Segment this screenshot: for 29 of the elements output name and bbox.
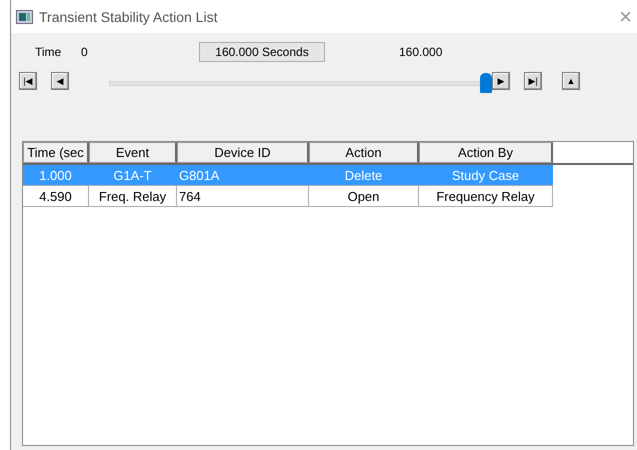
current-time-display: 160.000 Seconds	[199, 42, 325, 62]
slider-thumb[interactable]	[480, 73, 492, 93]
last-button[interactable]: ▶|	[524, 72, 542, 90]
time-slider[interactable]	[109, 71, 492, 91]
table-cell: Freq. Relay	[89, 186, 177, 206]
end-time: 160.000	[399, 45, 444, 59]
next-button[interactable]: ▶	[492, 72, 510, 90]
column-header[interactable]: Action	[309, 142, 419, 163]
window-title: Transient Stability Action List	[39, 8, 218, 24]
table-cell: Frequency Relay	[419, 186, 553, 206]
table-cell: G801A	[177, 165, 309, 185]
up-button[interactable]: ▲	[562, 72, 580, 90]
table-cell: G1A-T	[89, 165, 177, 185]
column-header[interactable]: Event	[89, 142, 177, 163]
window-icon	[16, 10, 33, 24]
prev-button[interactable]: ◀	[51, 72, 69, 90]
table-cell: 4.590	[23, 186, 89, 206]
start-time: 0	[81, 45, 89, 59]
first-button[interactable]: |◀	[19, 72, 37, 90]
column-header[interactable]: Action By	[419, 142, 553, 163]
table-cell: Open	[309, 186, 419, 206]
table-cell: 1.000	[23, 165, 89, 185]
time-label: Time	[35, 45, 62, 59]
table-cell: Delete	[309, 165, 419, 185]
table-cell: Study Case	[419, 165, 553, 185]
table-cell: 764	[177, 186, 309, 206]
column-header[interactable]: Device ID	[177, 142, 309, 163]
column-header[interactable]: Time (sec	[23, 142, 89, 163]
table-row[interactable]: 4.590 Freq. Relay 764 Open Frequency Relay	[23, 186, 553, 207]
